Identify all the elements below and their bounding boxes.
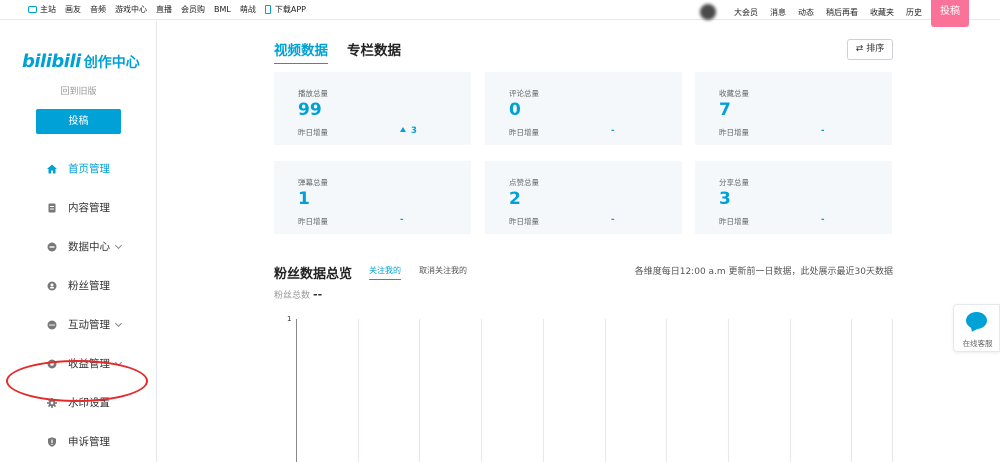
chart-gridline [851,319,852,462]
creator-center-logo[interactable]: bilibili 创作中心 [22,51,140,72]
top-navbar: 主站 画友 音频 游戏中心 直播 会员购 BML 萌战 下载APP 大会员 消息… [0,0,1000,20]
fans-overview-title: 粉丝数据总览 [274,267,353,282]
stat-card-plays: 播放总量 99 昨日增量 3 [274,72,471,145]
fans-chart: 1 [287,315,893,462]
topbar-link-download[interactable]: 下载APP [264,4,306,15]
topbar-link-game[interactable]: 游戏中心 [115,4,147,15]
topbar-link-shop[interactable]: 会员购 [181,4,205,15]
chart-gridline [892,319,893,462]
stat-card-favorites: 收藏总量 7 昨日增量 - [695,72,892,145]
topbar-link-huayou[interactable]: 画友 [65,4,81,15]
chart-tick-label: 1 [287,315,292,323]
sidebar-item-fans[interactable]: 粉丝管理 [47,278,110,293]
chart-gridline [358,319,359,462]
phone-icon [264,5,271,14]
stat-card-danmaku: 弹幕总量 1 昨日增量 - [274,161,471,234]
stat-card-comments: 评论总量 0 昨日增量 - [485,72,682,145]
topbar-link-audio[interactable]: 音频 [90,4,106,15]
sidebar-item-appeal[interactable]: 申诉管理 [47,434,110,449]
stat-card-likes: 点赞总量 2 昨日增量 - [485,161,682,234]
upload-button[interactable]: 投稿 [36,109,121,134]
topbar-upload-button[interactable]: 投稿 [931,0,969,27]
tab-followed-me[interactable]: 关注我的 [369,265,401,280]
tab-unfollowed-me[interactable]: 取消关注我的 [419,265,467,276]
sidebar-item-interaction[interactable]: 互动管理 [47,317,123,332]
back-to-old-version-link[interactable]: 回到旧版 [0,84,157,97]
topbar-link-live[interactable]: 直播 [156,4,172,15]
topbar-link-dynamics[interactable]: 动态 [798,7,814,18]
sidebar-item-home[interactable]: 首页管理 [47,161,110,176]
sort-button[interactable]: ⇄ 排序 [847,39,893,60]
online-service-button[interactable]: 在线客服 [953,304,1000,352]
shield-icon [48,436,56,447]
sidebar-item-content[interactable]: 内容管理 [47,200,110,215]
topbar-link-vip[interactable]: 大会员 [734,7,758,18]
stat-card-shares: 分享总量 3 昨日增量 - [695,161,892,234]
topbar-link-watch-later[interactable]: 稍后再看 [826,7,858,18]
topbar-link-main[interactable]: 主站 [28,4,56,15]
topbar-link-bml[interactable]: BML [214,5,231,14]
data-icon [47,242,57,251]
chart-gridline [481,319,482,462]
chart-gridline [605,319,606,462]
avatar[interactable] [700,4,716,20]
fans-icon [47,281,57,290]
topbar-link-history[interactable]: 历史 [906,7,922,18]
topbar-right-links: 大会员 消息 动态 稍后再看 收藏夹 历史 [700,4,922,20]
trend-up-icon [400,127,406,132]
chevron-down-icon [114,319,123,327]
topbar-link-mengzhan[interactable]: 萌战 [240,4,256,15]
chart-gridline [543,319,544,462]
topbar-link-messages[interactable]: 消息 [770,7,786,18]
chat-bubble-icon [966,312,987,329]
tab-column-data[interactable]: 专栏数据 [347,39,401,64]
home-icon [47,164,57,173]
chart-gridline [790,319,791,462]
update-note: 各维度每日12:00 a.m 更新前一日数据，此处展示最近30天数据 [634,267,893,277]
document-icon [48,203,56,212]
chart-gridline [728,319,729,462]
tv-icon [28,6,37,13]
chart-gridline [666,319,667,462]
chart-gridline [419,319,420,462]
data-type-tabs: 视频数据 专栏数据 [274,39,420,64]
fans-total: 粉丝总数 -- [274,288,323,301]
highlight-annotation-oval [6,360,148,402]
topbar-link-favorites[interactable]: 收藏夹 [870,7,894,18]
topbar-left-links: 主站 画友 音频 游戏中心 直播 会员购 BML 萌战 下载APP [28,4,315,15]
chat-icon [47,320,57,329]
chevron-down-icon [114,241,123,249]
tab-video-data[interactable]: 视频数据 [274,39,328,64]
chart-y-axis [296,319,297,462]
sidebar-item-data-center[interactable]: 数据中心 [47,239,123,254]
